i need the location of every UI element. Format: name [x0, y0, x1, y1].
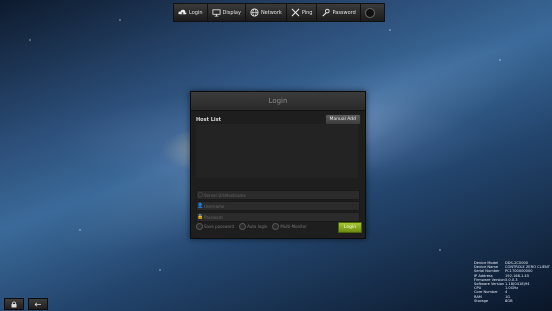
password-field[interactable]: 🔒	[196, 212, 360, 222]
arrow-button[interactable]	[28, 298, 48, 310]
login-options: Save password Auto login Multi-Monitor	[196, 223, 307, 230]
device-info: Device Model DDS-2C0000 Device Name CONTRO…	[474, 261, 550, 303]
auto-login-checkbox[interactable]	[239, 223, 247, 230]
multi-monitor-checkbox[interactable]	[272, 223, 280, 230]
host-list-header: Host List Manual Add	[191, 111, 365, 125]
multi-monitor-label: Multi-Monitor	[280, 224, 307, 229]
toolbar-login-label: Login	[189, 9, 203, 16]
device-info-key: Storage	[474, 298, 489, 303]
multi-monitor-option[interactable]: Multi-Monitor	[272, 223, 307, 230]
username-field[interactable]: 👤	[196, 201, 360, 211]
host-list-label: Host List	[196, 116, 221, 123]
upload-cloud-icon	[178, 9, 187, 16]
toolbar-ping[interactable]: Ping	[287, 4, 318, 21]
toolbar-password-label: Password	[332, 9, 356, 16]
toolbar-network-label: Network	[260, 9, 282, 16]
wrench-icon	[322, 8, 331, 17]
toolbar-display[interactable]: Display	[208, 4, 246, 21]
dialog-title: Login	[191, 92, 365, 111]
password-input[interactable]	[204, 214, 344, 220]
lock-icon: 🔒	[197, 214, 204, 220]
login-button[interactable]: Login	[338, 222, 362, 233]
server-input[interactable]	[204, 192, 344, 198]
toolbar-ping-label: Ping	[301, 9, 313, 16]
auto-login-label: Auto login	[247, 224, 268, 229]
device-info-row: Storage 8GB	[474, 299, 550, 303]
globe-icon	[250, 8, 259, 17]
monitor-icon	[211, 9, 221, 17]
power-icon[interactable]	[364, 7, 375, 18]
user-icon: 👤	[197, 203, 204, 209]
toolbar-display-label: Display	[222, 9, 241, 16]
username-input[interactable]	[204, 203, 344, 209]
device-info-value: 8GB	[505, 298, 513, 303]
server-field[interactable]: ▢	[196, 190, 360, 200]
top-toolbar: Login Display Network Ping Password	[173, 3, 385, 22]
save-password-label: Save password	[204, 224, 235, 229]
lock-icon	[11, 301, 17, 307]
toolbar-network[interactable]: Network	[246, 4, 287, 21]
toolbar-password[interactable]: Password	[317, 4, 361, 21]
arrow-icon	[34, 301, 41, 307]
auto-login-option[interactable]: Auto login	[239, 223, 267, 230]
bottom-icons	[4, 298, 48, 310]
login-dialog: Login Host List Manual Add ▢ 👤 🔒 Save pa…	[190, 91, 366, 239]
tools-icon	[291, 8, 300, 17]
host-list[interactable]	[196, 124, 358, 178]
toolbar-login[interactable]: Login	[174, 4, 208, 21]
save-password-checkbox[interactable]	[196, 223, 203, 230]
lock-button[interactable]	[4, 298, 24, 310]
server-icon: ▢	[198, 192, 203, 198]
save-password-option[interactable]: Save password	[196, 223, 234, 230]
